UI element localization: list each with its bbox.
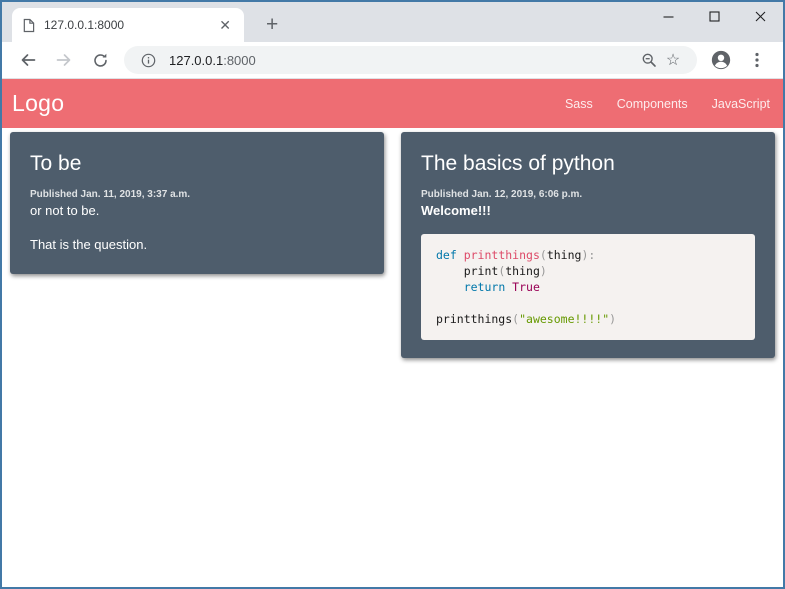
url-port: :8000 [223,53,256,68]
browser-tab[interactable]: 127.0.0.1:8000 ✕ [12,8,244,42]
new-tab-button[interactable]: + [260,15,284,35]
post-intro: Welcome!!! [421,203,755,218]
close-window-button[interactable] [737,2,783,30]
url-text: 127.0.0.1:8000 [169,53,637,68]
post-published-date: Published Jan. 11, 2019, 3:37 a.m. [30,189,364,200]
tab-strip: 127.0.0.1:8000 ✕ + [2,2,783,42]
code-block: def printthings(thing): print(thing) ret… [421,234,755,340]
avatar-icon [710,49,732,71]
post-published-date: Published Jan. 12, 2019, 6:06 p.m. [421,189,755,200]
url-host: 127.0.0.1 [169,53,223,68]
window-controls [645,2,783,30]
post-paragraph: or not to be. [30,203,364,219]
post-card-to-be: To be Published Jan. 11, 2019, 3:37 a.m.… [10,132,384,274]
info-icon[interactable] [136,48,160,72]
magnifier-icon [641,52,657,68]
forward-button[interactable] [51,47,77,73]
minimize-icon [663,11,674,22]
maximize-icon [709,11,720,22]
forward-arrow-icon [55,51,73,69]
browser-window: 127.0.0.1:8000 ✕ + [0,0,785,589]
profile-button[interactable] [708,47,734,73]
close-icon [755,11,766,22]
tab-title: 127.0.0.1:8000 [44,18,216,32]
back-arrow-icon [19,51,37,69]
reload-button[interactable] [87,47,113,73]
site-navbar: Logo Sass Components JavaScript [2,79,783,128]
page-content: To be Published Jan. 11, 2019, 3:37 a.m.… [2,128,783,587]
browser-menu-button[interactable] [744,47,770,73]
nav-link-javascript[interactable]: JavaScript [712,97,770,111]
bookmark-button[interactable]: ☆ [661,48,685,72]
tab-close-icon[interactable]: ✕ [216,17,234,33]
brand-logo[interactable]: Logo [12,90,64,117]
nav-link-components[interactable]: Components [617,97,688,111]
kebab-menu-icon [750,52,764,68]
plus-icon: + [266,13,278,36]
nav-link-sass[interactable]: Sass [565,97,593,111]
zoom-button[interactable] [637,48,661,72]
document-icon [22,18,35,33]
post-title: The basics of python [421,152,755,176]
post-title: To be [30,152,364,176]
minimize-button[interactable] [645,2,691,30]
post-paragraph: That is the question. [30,237,364,253]
browser-toolbar: 127.0.0.1:8000 ☆ [2,42,783,79]
address-bar[interactable]: 127.0.0.1:8000 ☆ [124,46,697,74]
star-icon: ☆ [666,50,680,70]
nav-links: Sass Components JavaScript [565,97,770,111]
maximize-button[interactable] [691,2,737,30]
post-card-python-basics: The basics of python Published Jan. 12, … [401,132,775,358]
back-button[interactable] [15,47,41,73]
reload-icon [92,52,109,69]
